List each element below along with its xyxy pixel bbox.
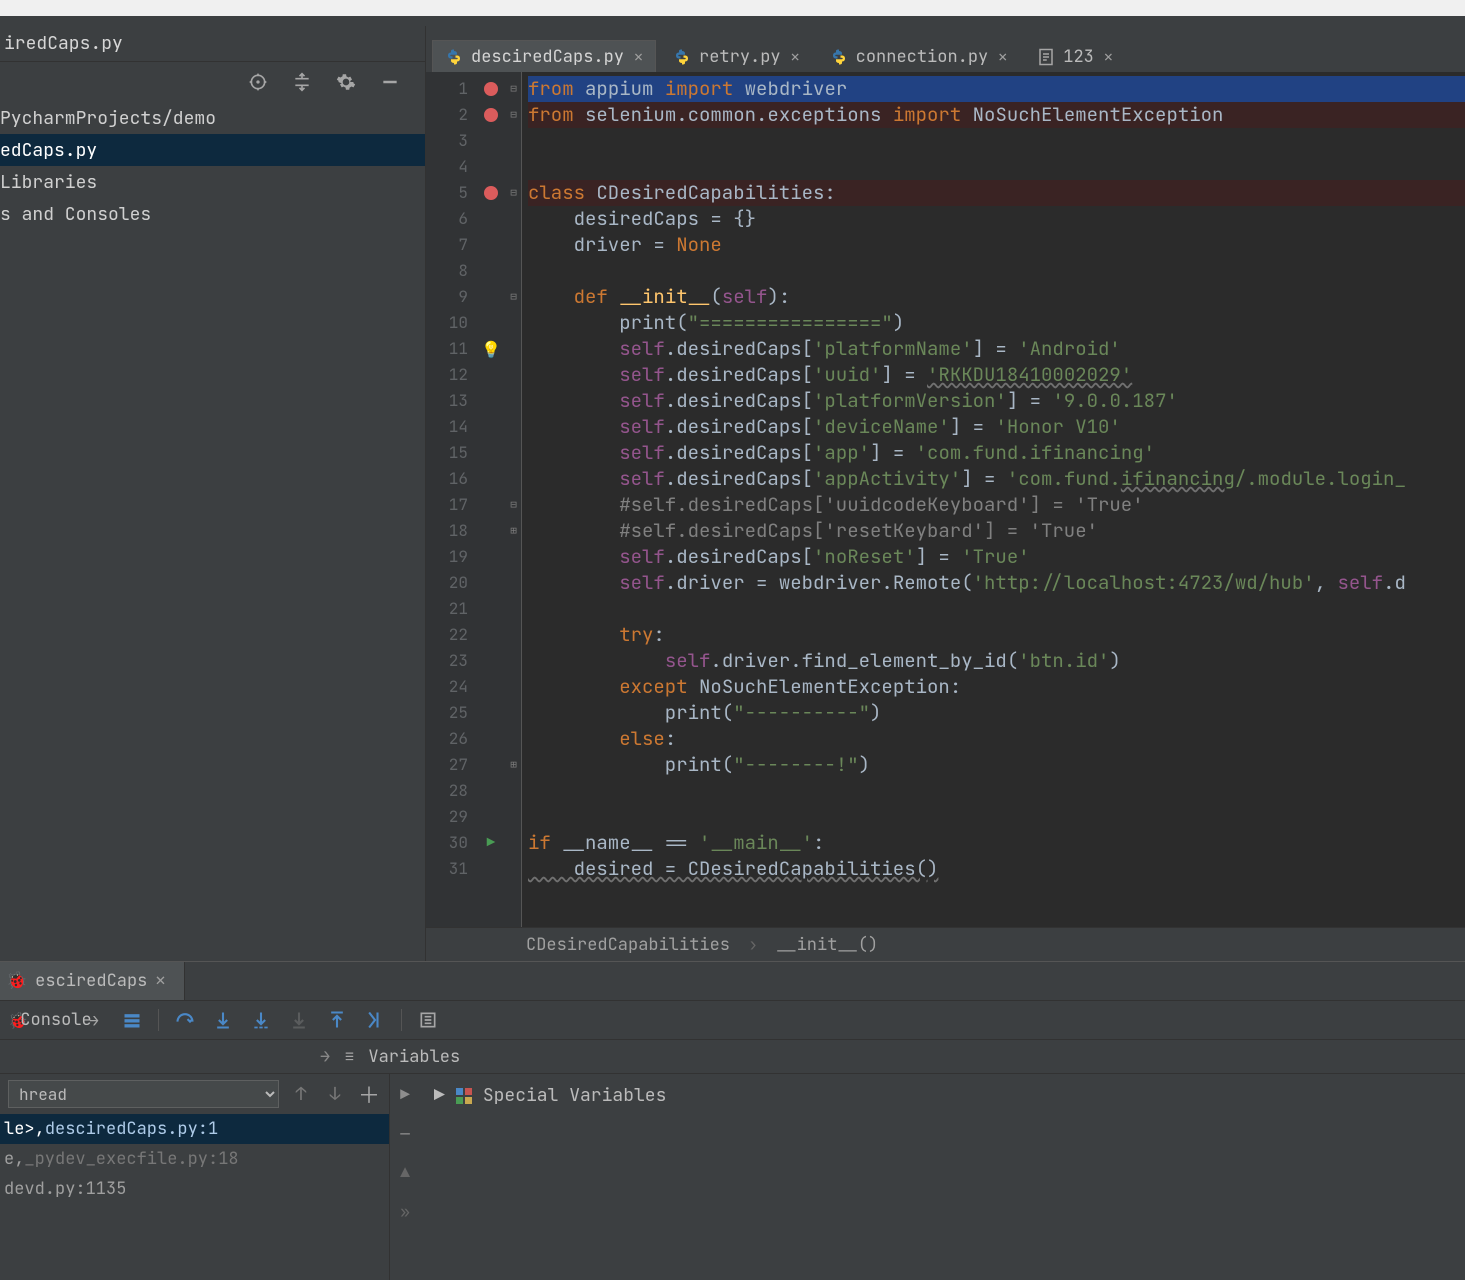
- step-into-icon[interactable]: [211, 1008, 235, 1032]
- debug-toolbar: 🐞 Console →: [0, 1000, 1465, 1040]
- variables-body[interactable]: ▶ Special Variables: [420, 1074, 1465, 1280]
- structure-header: iredCaps.py: [0, 32, 419, 55]
- more-icon[interactable]: »: [400, 1201, 410, 1222]
- debug-run-tab[interactable]: 🐞 esciredCaps ✕: [0, 962, 185, 1000]
- special-variables-label: Special Variables: [483, 1084, 667, 1107]
- editor-tab[interactable]: desciredCaps.py✕: [432, 40, 656, 72]
- thread-select[interactable]: hread: [8, 1080, 279, 1108]
- back-icon[interactable]: →: [82, 1008, 106, 1032]
- close-icon[interactable]: ✕: [634, 47, 643, 67]
- fold-gutter[interactable]: ⊟⊟⊟⊟⊟⊞⊞: [506, 72, 522, 927]
- close-icon[interactable]: ✕: [155, 970, 165, 992]
- list-icon[interactable]: ≡: [344, 1046, 354, 1068]
- step-into-my-icon[interactable]: [249, 1008, 273, 1032]
- special-vars-icon: [455, 1087, 473, 1105]
- editor-tabstrip: desciredCaps.py✕retry.py✕connection.py✕1…: [426, 26, 1465, 72]
- structure-tree: PycharmProjects/demo edCaps.pyLibrariess…: [0, 102, 425, 961]
- prev-frame-icon[interactable]: ↑: [289, 1083, 313, 1106]
- frame-row[interactable]: le>, desciredCaps.py:1: [0, 1114, 389, 1144]
- spacer: [0, 16, 1465, 26]
- debug-run-tab-label: esciredCaps: [35, 970, 147, 992]
- window-title-bar: 📁 demo [~/PycharmProjects/demo] – .../de…: [0, 0, 1465, 16]
- step-over-icon[interactable]: [173, 1008, 197, 1032]
- line-number-gutter: 1234567891011121314151617181920212223242…: [426, 72, 476, 927]
- structure-toolbar: [0, 62, 425, 102]
- editor-body: 1234567891011121314151617181920212223242…: [426, 72, 1465, 927]
- chevron-right-icon: ›: [748, 934, 758, 956]
- tree-path[interactable]: PycharmProjects/demo: [0, 102, 425, 134]
- variables-header: → ≡ Variables: [0, 1040, 1465, 1074]
- step-out-icon[interactable]: [325, 1008, 349, 1032]
- breakpoint-gutter[interactable]: 💡▶: [476, 72, 506, 927]
- breadcrumb[interactable]: CDesiredCapabilities › __init__(): [426, 927, 1465, 961]
- debug-panel: 🐞 esciredCaps ✕ 🐞 Console → → ≡ Variable…: [0, 961, 1465, 1280]
- close-icon[interactable]: ✕: [791, 47, 800, 67]
- editor-tab[interactable]: 123✕: [1024, 40, 1126, 72]
- expand-tri-icon[interactable]: ▶: [434, 1084, 445, 1107]
- expand-icon[interactable]: ▶: [400, 1084, 410, 1105]
- next-frame-icon[interactable]: ↓: [323, 1083, 347, 1106]
- run-to-cursor-icon[interactable]: [363, 1008, 387, 1032]
- editor-area: desciredCaps.py✕retry.py✕connection.py✕1…: [425, 26, 1465, 961]
- evaluate-icon[interactable]: [416, 1008, 440, 1032]
- tree-item[interactable]: s and Consoles: [0, 198, 425, 230]
- tree-item[interactable]: Libraries: [0, 166, 425, 198]
- structure-panel: iredCaps.py PycharmProjects/demo edCaps.…: [0, 26, 425, 961]
- editor-tab[interactable]: retry.py✕: [660, 40, 813, 72]
- up-icon[interactable]: ▲: [400, 1162, 410, 1183]
- add-icon[interactable]: ＋: [357, 1078, 381, 1110]
- close-icon[interactable]: ✕: [1104, 47, 1113, 67]
- minimize-icon[interactable]: [379, 71, 401, 93]
- minus-icon[interactable]: —: [400, 1123, 410, 1144]
- debug-config-icon: 🐞: [6, 970, 27, 992]
- variables-gutter: ▶ — ▲ »: [390, 1074, 420, 1280]
- close-icon[interactable]: ✕: [998, 47, 1007, 67]
- force-step-into-icon[interactable]: [287, 1008, 311, 1032]
- layout-icon[interactable]: [120, 1008, 144, 1032]
- back-arrow-icon[interactable]: →: [320, 1046, 330, 1068]
- breadcrumb-method[interactable]: __init__(): [776, 934, 878, 956]
- variables-label: Variables: [368, 1046, 460, 1068]
- locate-icon[interactable]: [247, 71, 269, 93]
- tree-item[interactable]: edCaps.py: [0, 134, 425, 166]
- frames-panel: hread ↑ ↓ ＋ le>, desciredCaps.py:1e, _py…: [0, 1074, 390, 1280]
- frame-list[interactable]: le>, desciredCaps.py:1e, _pydev_execfile…: [0, 1114, 389, 1280]
- breadcrumb-class[interactable]: CDesiredCapabilities: [526, 934, 730, 956]
- editor-tab[interactable]: connection.py✕: [817, 40, 1021, 72]
- frame-row[interactable]: devd.py:1135: [0, 1174, 389, 1204]
- gear-icon[interactable]: [335, 71, 357, 93]
- expand-collapse-icon[interactable]: [291, 71, 313, 93]
- frame-row[interactable]: e, _pydev_execfile.py:18: [0, 1144, 389, 1174]
- console-tab[interactable]: Console: [44, 1008, 68, 1032]
- code-editor[interactable]: from appium import webdriverfrom seleniu…: [522, 72, 1465, 927]
